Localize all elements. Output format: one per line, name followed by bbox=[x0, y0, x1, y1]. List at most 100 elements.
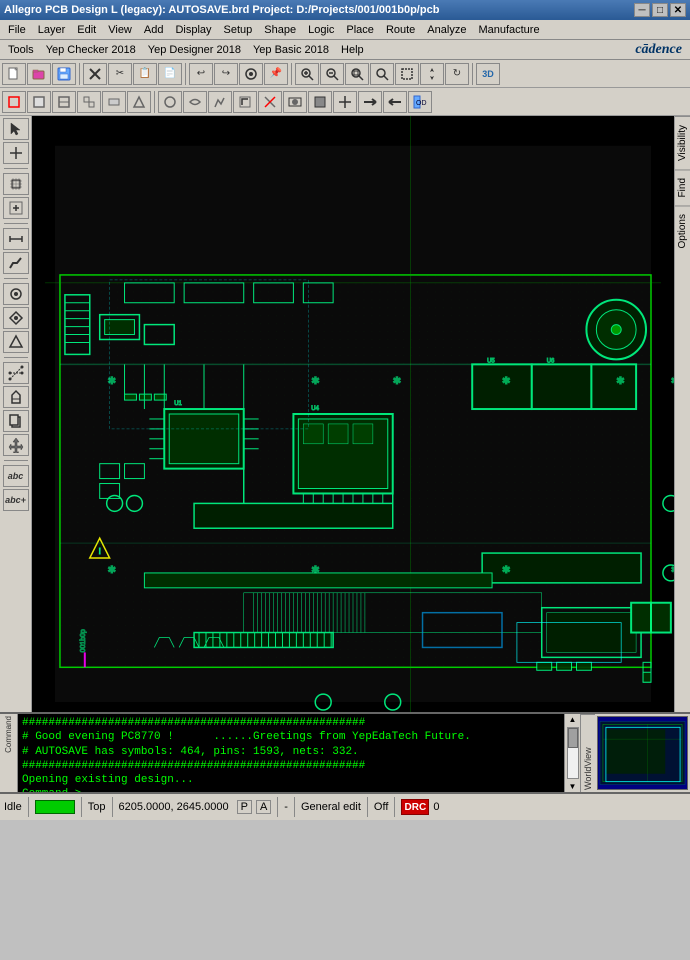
svg-text:001b0p: 001b0p bbox=[80, 629, 87, 652]
lt-shape[interactable] bbox=[3, 331, 29, 353]
menu-yep-basic[interactable]: Yep Basic 2018 bbox=[247, 43, 335, 57]
tb2-btn10[interactable] bbox=[233, 91, 257, 113]
menu-place[interactable]: Place bbox=[340, 23, 380, 37]
tb-cross[interactable] bbox=[83, 63, 107, 85]
tb-redo[interactable]: ↪ bbox=[214, 63, 238, 85]
menu-tools[interactable]: Tools bbox=[2, 43, 40, 57]
menu-view[interactable]: View bbox=[102, 23, 138, 37]
lt-hilight[interactable] bbox=[3, 386, 29, 408]
tb2-btn16[interactable] bbox=[383, 91, 407, 113]
tb-open[interactable] bbox=[27, 63, 51, 85]
scroll-down-button[interactable]: ▼ bbox=[568, 781, 578, 792]
lt-cross[interactable] bbox=[3, 142, 29, 164]
tb2-btn12[interactable] bbox=[283, 91, 307, 113]
lt-zoom-in[interactable] bbox=[3, 197, 29, 219]
tb2-btn13[interactable] bbox=[308, 91, 332, 113]
lt-sep5 bbox=[4, 460, 28, 461]
status-a[interactable]: A bbox=[256, 800, 271, 814]
status-idle: Idle bbox=[4, 801, 22, 813]
tb-new[interactable] bbox=[2, 63, 26, 85]
tb-copy[interactable]: 📋 bbox=[133, 63, 157, 85]
lt-move[interactable] bbox=[3, 434, 29, 456]
tb-pin[interactable]: 📌 bbox=[264, 63, 288, 85]
find-tab[interactable]: Find bbox=[675, 169, 690, 205]
menu-shape[interactable]: Shape bbox=[258, 23, 302, 37]
lt-route[interactable] bbox=[3, 252, 29, 274]
tb2-btn2[interactable] bbox=[27, 91, 51, 113]
tb-refresh[interactable]: ↻ bbox=[445, 63, 469, 85]
status-bar: Idle Top 6205.0000, 2645.0000 P A - Gene… bbox=[0, 792, 690, 820]
tb-undo[interactable]: ↩ bbox=[189, 63, 213, 85]
tb-cut[interactable]: ✂ bbox=[108, 63, 132, 85]
lt-via[interactable] bbox=[3, 283, 29, 305]
scroll-thumb[interactable] bbox=[568, 728, 578, 748]
tb2-btn3[interactable] bbox=[52, 91, 76, 113]
scroll-track[interactable] bbox=[567, 727, 579, 779]
console-scrollbar[interactable]: ▲ ▼ bbox=[564, 714, 580, 792]
console-output: ########################################… bbox=[18, 714, 564, 792]
menu-analyze[interactable]: Analyze bbox=[421, 23, 472, 37]
tb2-btn6[interactable] bbox=[127, 91, 151, 113]
menu-display[interactable]: Display bbox=[169, 23, 217, 37]
tb-zoom-in[interactable] bbox=[295, 63, 319, 85]
menu-help[interactable]: Help bbox=[335, 43, 370, 57]
menu-add[interactable]: Add bbox=[138, 23, 170, 37]
lt-sep4 bbox=[4, 357, 28, 358]
svg-text:✱: ✱ bbox=[502, 565, 510, 576]
tb-zoom-prev[interactable] bbox=[370, 63, 394, 85]
menu-manufacture[interactable]: Manufacture bbox=[472, 23, 545, 37]
tb-zoom-out[interactable] bbox=[320, 63, 344, 85]
svg-text:✱: ✱ bbox=[311, 565, 319, 576]
lt-text[interactable]: abc bbox=[3, 465, 29, 487]
minimize-button[interactable]: ─ bbox=[634, 3, 650, 17]
menu-route[interactable]: Route bbox=[380, 23, 421, 37]
svg-text:U5: U5 bbox=[487, 358, 495, 364]
menu-logic[interactable]: Logic bbox=[302, 23, 340, 37]
tb2-btn11[interactable] bbox=[258, 91, 282, 113]
lt-text-add[interactable]: abc+ bbox=[3, 489, 29, 511]
tb2-btn5[interactable] bbox=[102, 91, 126, 113]
tb2-btn17[interactable]: ODB bbox=[408, 91, 432, 113]
tb2-btn1[interactable] bbox=[2, 91, 26, 113]
menu-yep-designer[interactable]: Yep Designer 2018 bbox=[142, 43, 247, 57]
lt-select[interactable] bbox=[3, 118, 29, 140]
toolbar2-sep bbox=[154, 91, 155, 113]
lt-ratsnest[interactable] bbox=[3, 362, 29, 384]
tb-3d[interactable]: 3D bbox=[476, 63, 500, 85]
tb-save[interactable] bbox=[52, 63, 76, 85]
tb2-btn4[interactable] bbox=[77, 91, 101, 113]
status-p[interactable]: P bbox=[237, 800, 252, 814]
tb-zoom-fit[interactable] bbox=[345, 63, 369, 85]
title-controls[interactable]: ─ □ ✕ bbox=[634, 3, 686, 17]
menu-layer[interactable]: Layer bbox=[32, 23, 72, 37]
lt-pin[interactable] bbox=[3, 307, 29, 329]
status-sep-6 bbox=[367, 797, 368, 817]
tb2-btn15[interactable] bbox=[358, 91, 382, 113]
tb-pan[interactable] bbox=[420, 63, 444, 85]
close-button[interactable]: ✕ bbox=[670, 3, 686, 17]
maximize-button[interactable]: □ bbox=[652, 3, 668, 17]
scroll-up-button[interactable]: ▲ bbox=[568, 714, 578, 725]
lt-grid[interactable] bbox=[3, 173, 29, 195]
options-tab[interactable]: Options bbox=[675, 205, 690, 256]
pcb-canvas-area[interactable]: ! bbox=[32, 116, 674, 712]
svg-text:✱: ✱ bbox=[311, 376, 319, 387]
menu-edit[interactable]: Edit bbox=[71, 23, 102, 37]
menu-file[interactable]: File bbox=[2, 23, 32, 37]
lt-copy[interactable] bbox=[3, 410, 29, 432]
tb2-btn8[interactable] bbox=[183, 91, 207, 113]
svg-text:ODB: ODB bbox=[416, 100, 427, 107]
tb-paste[interactable]: 📄 bbox=[158, 63, 182, 85]
lt-measure[interactable] bbox=[3, 228, 29, 250]
tb-zoom-area[interactable] bbox=[395, 63, 419, 85]
menu-yep-checker[interactable]: Yep Checker 2018 bbox=[40, 43, 142, 57]
menu-setup[interactable]: Setup bbox=[218, 23, 259, 37]
minimap-canvas[interactable] bbox=[597, 716, 688, 790]
console-line-1: ########################################… bbox=[22, 716, 560, 730]
tb2-btn14[interactable] bbox=[333, 91, 357, 113]
visibility-tab[interactable]: Visibility bbox=[675, 116, 690, 169]
tb-snap[interactable] bbox=[239, 63, 263, 85]
tb2-btn9[interactable] bbox=[208, 91, 232, 113]
status-drc[interactable]: DRC bbox=[401, 799, 429, 815]
tb2-btn7[interactable] bbox=[158, 91, 182, 113]
